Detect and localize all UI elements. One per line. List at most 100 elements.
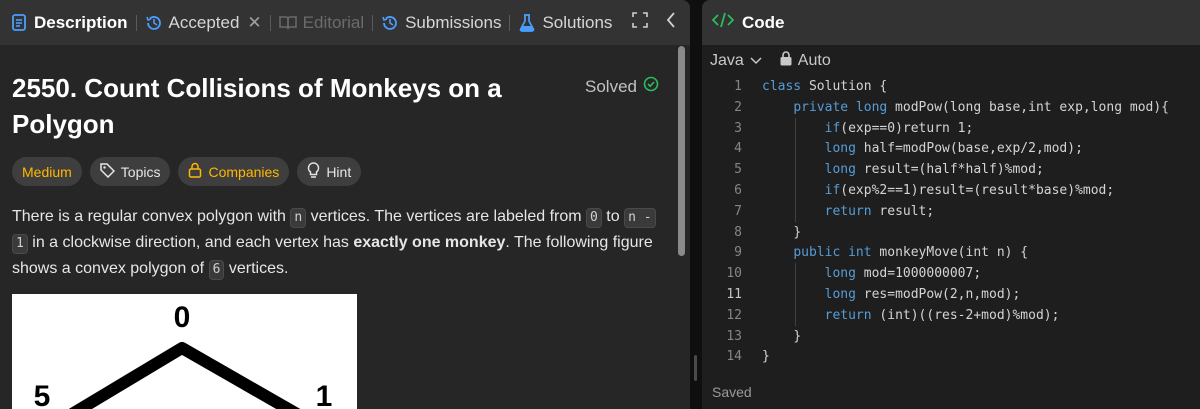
code-keyword: private long	[793, 99, 888, 115]
line-number: 12	[726, 307, 742, 323]
code-line[interactable]: 12 return (int)((res-2+mod)%mod);	[702, 305, 1200, 326]
code-rest: result;	[871, 203, 935, 219]
chevron-left-icon[interactable]	[666, 12, 676, 33]
resize-handle[interactable]	[694, 355, 697, 381]
code-line[interactable]: 5 long result=(half*half)%mod;	[702, 159, 1200, 180]
tab-accepted-label: Accepted	[168, 12, 240, 32]
code-line[interactable]: 11 long res=modPow(2,n,mod);	[702, 284, 1200, 305]
problem-title: 2550. Count Collisions of Monkeys on a P…	[12, 73, 502, 139]
desc-text: vertices.	[224, 260, 289, 277]
solved-label: Solved	[585, 76, 637, 96]
language-label: Java	[710, 52, 744, 69]
code-text: public int monkeyMove(int n) {	[762, 245, 1028, 260]
indent-guide	[795, 263, 796, 326]
desc-text: vertices. The vertices are labeled from	[306, 208, 587, 225]
document-icon	[10, 14, 28, 32]
code-editor[interactable]: 1 class Solution {2 private long modPow(l…	[702, 76, 1200, 366]
inline-code: 6	[208, 260, 225, 280]
code-panel-header: Code	[702, 0, 1200, 45]
panel-divider[interactable]	[690, 0, 702, 409]
history-icon	[381, 14, 399, 32]
inline-code: 1	[12, 234, 28, 254]
code-keyword: if	[824, 183, 841, 198]
topics-chip[interactable]: Topics	[89, 157, 171, 186]
inline-code: n -	[624, 208, 656, 228]
code-keyword: long	[824, 141, 856, 157]
code-line[interactable]: 7 return result;	[702, 201, 1200, 222]
code-panel: Code Java Auto 1 class Solution {2 privat…	[702, 0, 1200, 409]
code-text: private long modPow(long base,int exp,lo…	[762, 100, 1169, 115]
code-line[interactable]: 3 if(exp==0)return 1;	[702, 118, 1200, 139]
code-rest: modPow(long base,int exp,long mod){	[887, 99, 1169, 115]
code-line[interactable]: 10 long mod=1000000007;	[702, 263, 1200, 284]
problem-description: There is a regular convex polygon with n…	[12, 204, 662, 282]
flask-icon	[518, 13, 536, 32]
code-line[interactable]: 2 private long modPow(long base,int exp,…	[702, 97, 1200, 118]
tab-separator	[372, 14, 374, 31]
code-rest: }	[762, 349, 770, 365]
line-number: 5	[734, 162, 742, 178]
line-number: 6	[734, 183, 742, 198]
companies-chip[interactable]: Companies	[178, 157, 290, 186]
language-select[interactable]: Java	[710, 52, 762, 70]
line-number: 4	[734, 141, 742, 157]
code-line[interactable]: 1 class Solution {	[702, 76, 1200, 97]
tab-description[interactable]: Description	[10, 0, 128, 45]
code-line[interactable]: 14}	[702, 346, 1200, 367]
code-keyword: public int	[793, 245, 872, 261]
tab-solutions[interactable]: Solutions	[518, 0, 612, 45]
code-rest: monkeyMove(int n) {	[871, 245, 1029, 261]
code-line[interactable]: 13 }	[702, 326, 1200, 347]
tab-separator	[509, 14, 511, 31]
desc-bold: exactly one monkey	[353, 234, 506, 251]
lock-icon	[188, 162, 202, 181]
maximize-icon[interactable]	[632, 12, 648, 33]
code-rest: Solution {	[801, 79, 888, 94]
difficulty-label: Medium	[22, 163, 72, 180]
code-text: if(exp%2==1)result=(result*base)%mod;	[762, 183, 1115, 198]
code-rest: }	[793, 328, 802, 344]
tab-separator	[269, 14, 271, 31]
code-rest: }	[793, 224, 802, 240]
panel-controls	[632, 0, 676, 45]
code-text: }	[762, 225, 801, 240]
auto-mode-label: Auto	[797, 52, 831, 69]
code-text: return result;	[762, 203, 935, 219]
lock-icon	[780, 51, 792, 71]
code-line[interactable]: 8 }	[702, 222, 1200, 243]
tab-submissions[interactable]: Submissions	[381, 0, 501, 45]
line-number: 13	[726, 328, 742, 344]
code-text: long res=modPow(2,n,mod);	[762, 287, 1021, 302]
tab-accepted[interactable]: Accepted ✕	[145, 0, 262, 45]
code-rest: half=modPow(base,exp/2,mod);	[855, 141, 1083, 157]
code-text: }	[762, 329, 801, 344]
tab-editorial[interactable]: Editorial	[278, 0, 364, 45]
desc-text: in a clockwise direction, and each verte…	[27, 234, 354, 251]
problem-tags: Medium Topics Companies Hint	[12, 157, 362, 186]
lightbulb-icon	[307, 161, 320, 182]
code-line[interactable]: 6 if(exp%2==1)result=(result*base)%mod;	[702, 180, 1200, 201]
code-text: return (int)((res-2+mod)%mod);	[762, 307, 1060, 323]
code-keyword: return	[824, 307, 872, 323]
line-number: 1	[734, 79, 742, 94]
scrollbar-thumb[interactable]	[678, 46, 685, 256]
code-rest: (int)((res-2+mod)%mod);	[871, 307, 1060, 323]
code-text: if(exp==0)return 1;	[762, 120, 974, 136]
close-icon[interactable]: ✕	[247, 13, 261, 33]
code-text: }	[762, 349, 770, 364]
auto-mode-toggle[interactable]: Auto	[780, 51, 831, 71]
history-icon	[145, 14, 163, 32]
code-rest: (exp==0)return 1;	[840, 120, 974, 136]
line-number: 9	[734, 245, 742, 261]
line-number: 11	[726, 287, 742, 302]
problem-panel: Description Accepted ✕ Editorial Submiss…	[0, 0, 690, 409]
code-rest: result=(half*half)%mod;	[855, 162, 1044, 178]
tab-solutions-label: Solutions	[542, 12, 613, 32]
vertex-label-1: 1	[316, 380, 333, 409]
code-line[interactable]: 9 public int monkeyMove(int n) {	[702, 242, 1200, 263]
code-line[interactable]: 4 long half=modPow(base,exp/2,mod);	[702, 138, 1200, 159]
hint-chip[interactable]: Hint	[297, 157, 362, 186]
